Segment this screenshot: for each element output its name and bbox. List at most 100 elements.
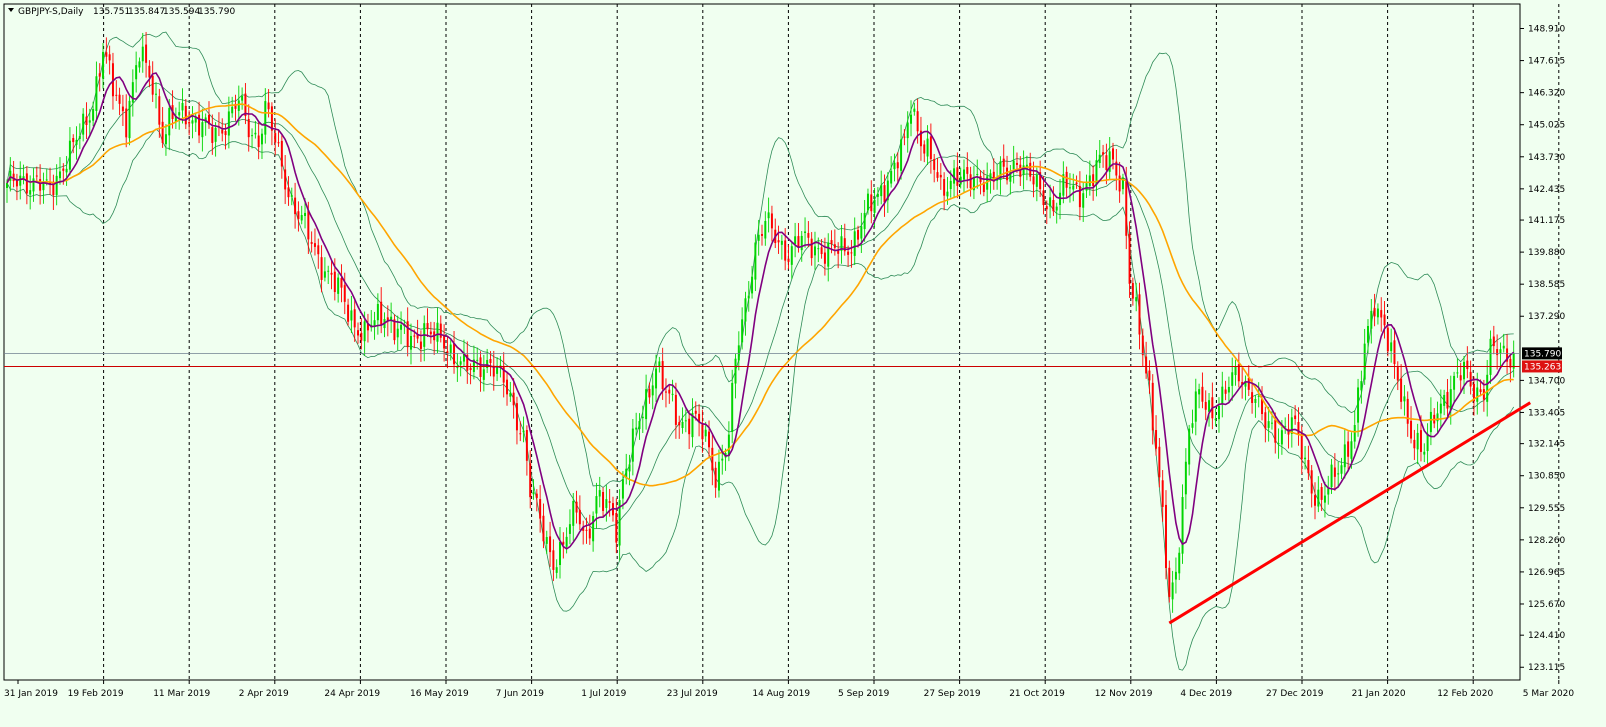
x-tick-label: 11 Mar 2019 [153, 689, 210, 699]
candle-body [22, 176, 25, 179]
y-tick-label: 132.145 [1528, 440, 1565, 450]
candle-body [704, 429, 707, 437]
candle-body [1098, 154, 1101, 164]
candle-body [608, 501, 611, 503]
x-tick-label: 1 Jul 2019 [581, 689, 626, 699]
candle-body [761, 234, 763, 236]
x-tick-label: 21 Jan 2020 [1352, 689, 1406, 699]
candle-body [539, 499, 542, 519]
y-tick-label: 138.585 [1528, 280, 1565, 290]
candle-body [1499, 349, 1502, 354]
candle-body [1002, 158, 1005, 167]
candle-body [1042, 190, 1045, 206]
candle-body [787, 258, 790, 262]
candle-body [595, 496, 598, 514]
x-tick-label: 4 Dec 2019 [1180, 689, 1232, 699]
candle-body [181, 102, 184, 111]
price-chart[interactable]: 135.790 135.263 148.910 147.615 146.320 145.… [0, 0, 1606, 723]
candle-body [1158, 446, 1161, 478]
candle-body [65, 168, 68, 173]
candle-body [1148, 370, 1151, 381]
candle-body [323, 271, 326, 278]
candle-body [923, 144, 926, 154]
candle-body [790, 246, 793, 265]
candle-body [1168, 567, 1171, 597]
candle-body [542, 515, 545, 542]
candle-body [1376, 308, 1379, 318]
candle-body [559, 541, 561, 566]
y-tick-label: 125.670 [1528, 600, 1565, 610]
candle-body [509, 392, 512, 397]
candle-body [237, 100, 240, 111]
candle-body [1337, 473, 1340, 475]
candle-body [1049, 197, 1052, 207]
x-tick-label: 12 Nov 2019 [1095, 689, 1153, 699]
candle-body [1138, 294, 1141, 335]
candle-body [857, 229, 860, 240]
candle-body [247, 118, 250, 138]
high-price: 135.847 [128, 7, 165, 17]
candle-body [155, 93, 158, 95]
candle-body [519, 433, 522, 435]
candle-body [39, 179, 42, 191]
candle-body [1085, 183, 1088, 191]
candle-body [214, 127, 217, 142]
candle-body [1469, 371, 1472, 387]
candle-body [257, 135, 260, 148]
candle-body [1052, 199, 1055, 212]
candle-body [1068, 187, 1071, 189]
candle-body [910, 114, 913, 124]
candle-body [1032, 176, 1035, 185]
candle-body [1429, 411, 1432, 433]
candle-body [1267, 421, 1270, 428]
candle-body [658, 361, 661, 367]
candle-body [1112, 148, 1115, 160]
candle-body [850, 252, 853, 254]
candle-body [310, 242, 313, 244]
candle-body [933, 159, 936, 170]
candle-body [936, 172, 939, 178]
candle-body [943, 179, 946, 196]
symbol-label: GBPJPY-S,Daily [18, 7, 84, 17]
candle-body [88, 120, 91, 123]
candle-body [638, 421, 641, 430]
y-tick-label: 139.880 [1528, 248, 1565, 258]
y-tick-label: 141.175 [1528, 216, 1565, 226]
candle-body [1314, 495, 1316, 506]
candle-body [85, 116, 88, 126]
candle-body [360, 332, 363, 341]
candle-body [708, 431, 711, 448]
candle-body [1386, 327, 1389, 352]
candle-body [1178, 552, 1181, 574]
candle-body [784, 240, 787, 261]
y-tick-label: 128.260 [1528, 536, 1565, 546]
candle-body [1363, 343, 1366, 380]
chart-window[interactable]: 135.790 135.263 148.910 147.615 146.320 145.… [0, 0, 1606, 723]
candle-body [956, 167, 959, 186]
candle-body [1492, 336, 1495, 347]
candle-body [1453, 375, 1456, 390]
candle-body [1353, 425, 1356, 442]
candle-body [1423, 451, 1426, 455]
candle-body [820, 247, 823, 255]
candle-body [1403, 396, 1406, 402]
candle-body [525, 430, 528, 461]
candle-body [45, 179, 48, 181]
candle-body [400, 324, 403, 330]
candle-body [549, 536, 552, 553]
candle-body [827, 242, 830, 267]
candle-body [357, 330, 360, 336]
candle-body [1264, 412, 1267, 429]
candle-body [598, 490, 601, 497]
candle-body [602, 491, 605, 511]
x-tick-label: 27 Dec 2019 [1266, 689, 1324, 699]
candle-body [794, 236, 797, 245]
candle-body [115, 94, 118, 96]
candle-body [191, 120, 194, 124]
candle-body [767, 212, 770, 219]
candle-body [731, 382, 734, 433]
candle-body [1366, 325, 1369, 343]
y-tick-label: 145.025 [1528, 121, 1565, 131]
x-tick-label: 21 Oct 2019 [1009, 689, 1065, 699]
candle-body [860, 226, 863, 239]
